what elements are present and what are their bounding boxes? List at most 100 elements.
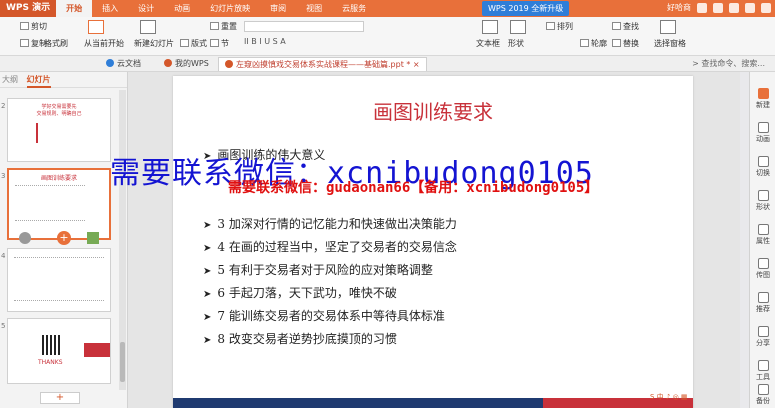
tab-current-document[interactable]: 左窥凶摸慎戏交易体系实战课程——基础篇.ppt * × — [218, 57, 427, 71]
slides-panel: 大纲 幻灯片 2 学好交易需要先 交易规则、明确自己 3 画图训练要求 + 4 … — [0, 72, 128, 408]
help-icon[interactable] — [713, 2, 723, 13]
tab-slides[interactable]: 幻灯片 — [26, 75, 51, 88]
new-slide-icon[interactable] — [140, 20, 156, 36]
bullet-item[interactable]: ➤ 5 有利于交易者对于风险的应对策略调整 — [203, 261, 433, 278]
select-pane-icon[interactable] — [660, 20, 676, 36]
current-slide[interactable]: 画图训练要求 ➤ 画图训练的伟大意义 ➤ 3 加深对行情的记忆能力和快速做出决策能力… — [173, 76, 693, 408]
arrow-bullet-icon: ➤ — [203, 220, 212, 231]
shape-button[interactable]: 形状 — [508, 38, 524, 49]
select-pane-button[interactable]: 选择窗格 — [654, 38, 686, 49]
outline-button[interactable]: 轮廓 — [580, 38, 607, 49]
tab-my-wps[interactable]: 我的WPS — [158, 57, 215, 71]
image-icon — [757, 258, 769, 269]
replace-button[interactable]: 替换 — [612, 38, 639, 49]
section-button[interactable]: 节 — [210, 38, 229, 49]
arrange-button[interactable]: 排列 — [546, 21, 573, 32]
bullet-item[interactable]: ➤ 3 加深对行情的记忆能力和快速做出决策能力 — [203, 215, 457, 232]
status-bar-icons: S 中 ♪ ◎ ▦ — [650, 393, 688, 401]
share-icon[interactable] — [87, 232, 99, 244]
user-name[interactable]: 好哈商 — [667, 2, 691, 13]
upgrade-button[interactable]: WPS 2019 全新升级 — [482, 1, 570, 16]
slide-canvas: 画图训练要求 ➤ 画图训练的伟大意义 ➤ 3 加深对行情的记忆能力和快速做出决策能力… — [128, 72, 740, 408]
menu-home[interactable]: 开始 — [56, 0, 93, 17]
pane-share[interactable]: 分享 — [750, 326, 775, 348]
menu-view[interactable]: 视图 — [296, 0, 332, 17]
menu-cloud[interactable]: 云服务 — [332, 0, 376, 17]
menu-review[interactable]: 审阅 — [260, 0, 296, 17]
tools-icon — [757, 360, 769, 371]
cut-button[interactable]: 剪切 — [20, 21, 47, 32]
thumb-thanks: THANKS — [38, 359, 63, 366]
minimize-icon[interactable] — [729, 2, 739, 13]
add-icon[interactable]: + — [57, 231, 71, 245]
pane-recommend[interactable]: 推荐 — [750, 292, 775, 314]
format-painter-button[interactable]: 格式刷 — [44, 38, 68, 49]
copy-button[interactable]: 复制 — [20, 38, 47, 49]
play-icon[interactable] — [19, 232, 31, 244]
thumb-text: 交易规则、明确自己 — [36, 111, 82, 117]
find-button[interactable]: 查找 — [612, 21, 639, 32]
thumb-title: 画图训练要求 — [40, 175, 77, 182]
arrange-icon — [546, 22, 555, 30]
menu-insert[interactable]: 插入 — [92, 0, 128, 17]
pane-upload-image[interactable]: 传图 — [750, 258, 775, 280]
font-format-group[interactable]: ⅠⅠ B I U S A — [244, 37, 286, 46]
menu-animation[interactable]: 动画 — [164, 0, 200, 17]
thumb-bullets — [15, 185, 85, 221]
slide-thumbnail-2[interactable]: 学好交易需要先 交易规则、明确自己 — [7, 98, 111, 162]
pane-transition[interactable]: 切换 — [750, 156, 775, 178]
pane-shape[interactable]: 形状 — [750, 190, 775, 212]
new-slide-button[interactable]: 新建幻灯片 — [134, 38, 174, 49]
slide-footer-bar — [173, 398, 693, 408]
cloud-icon — [106, 59, 114, 67]
animation-icon — [757, 122, 769, 133]
qr-code-icon — [42, 335, 62, 355]
slide-thumbnail-5[interactable]: THANKS — [7, 318, 111, 384]
close-icon[interactable] — [761, 2, 771, 13]
font-name-select[interactable] — [244, 21, 364, 32]
play-icon[interactable] — [88, 20, 104, 36]
pane-new[interactable]: 新建 — [750, 88, 775, 110]
from-current-button[interactable]: 从当前开始 — [84, 38, 124, 49]
pane-backup[interactable]: 备份 — [750, 384, 775, 406]
maximize-icon[interactable] — [745, 2, 755, 13]
menu-design[interactable]: 设计 — [128, 0, 164, 17]
pane-animation[interactable]: 动画 — [750, 122, 775, 144]
bullet-item[interactable]: ➤ 6 手起刀落，天下武功，唯快不破 — [203, 284, 397, 301]
find-icon — [612, 22, 621, 30]
arrow-bullet-icon: ➤ — [203, 266, 212, 277]
right-task-pane: 新建 动画 切换 形状 属性 传图 推荐 分享 工具 备份 — [749, 72, 775, 408]
layout-button[interactable]: 版式 — [180, 38, 207, 49]
shape-icon — [757, 190, 769, 201]
layout-icon — [180, 39, 189, 47]
recommend-icon — [757, 292, 769, 303]
arrow-bullet-icon: ➤ — [203, 335, 212, 346]
copy-icon — [20, 39, 29, 47]
tab-cloud-docs[interactable]: 云文档 — [100, 57, 147, 71]
bullet-item[interactable]: ➤ 7 能训练交易者的交易体系中等待具体标准 — [203, 307, 445, 324]
shape-icon[interactable] — [510, 20, 526, 36]
reset-icon — [210, 22, 219, 30]
pane-properties[interactable]: 属性 — [750, 224, 775, 246]
ppt-icon — [225, 60, 233, 68]
textbox-button[interactable]: 文本框 — [476, 38, 500, 49]
bullet-item[interactable]: ➤ 8 改变交易者逆势抄底摸顶的习惯 — [203, 330, 397, 347]
transition-icon — [757, 156, 769, 167]
ribbon: 剪切 复制 格式刷 从当前开始 新建幻灯片 版式 节 重置 ⅠⅠ B I U S… — [0, 17, 775, 56]
slide-thumbnail-4[interactable] — [7, 248, 111, 312]
thumb-lines — [36, 123, 76, 143]
textbox-icon[interactable] — [482, 20, 498, 36]
slide-number: 3 — [1, 172, 6, 180]
slide-title[interactable]: 画图训练要求 — [173, 96, 693, 125]
app-menu-button[interactable]: WPS 演示 — [0, 0, 57, 17]
reset-button[interactable]: 重置 — [210, 21, 237, 32]
command-search[interactable]: > 查找命令、搜索... — [692, 58, 765, 69]
slide-thumbnail-3[interactable]: 画图训练要求 + — [7, 168, 111, 245]
bullet-item[interactable]: ➤ 4 在画的过程当中，坚定了交易者的交易信念 — [203, 238, 457, 255]
skin-icon[interactable] — [697, 2, 707, 13]
tab-outline[interactable]: 大纲 — [2, 75, 18, 84]
slides-scrollbar[interactable] — [119, 90, 126, 390]
pane-tools[interactable]: 工具 — [750, 360, 775, 382]
menu-slideshow[interactable]: 幻灯片放映 — [200, 0, 260, 17]
add-slide-button[interactable]: + — [40, 392, 80, 404]
